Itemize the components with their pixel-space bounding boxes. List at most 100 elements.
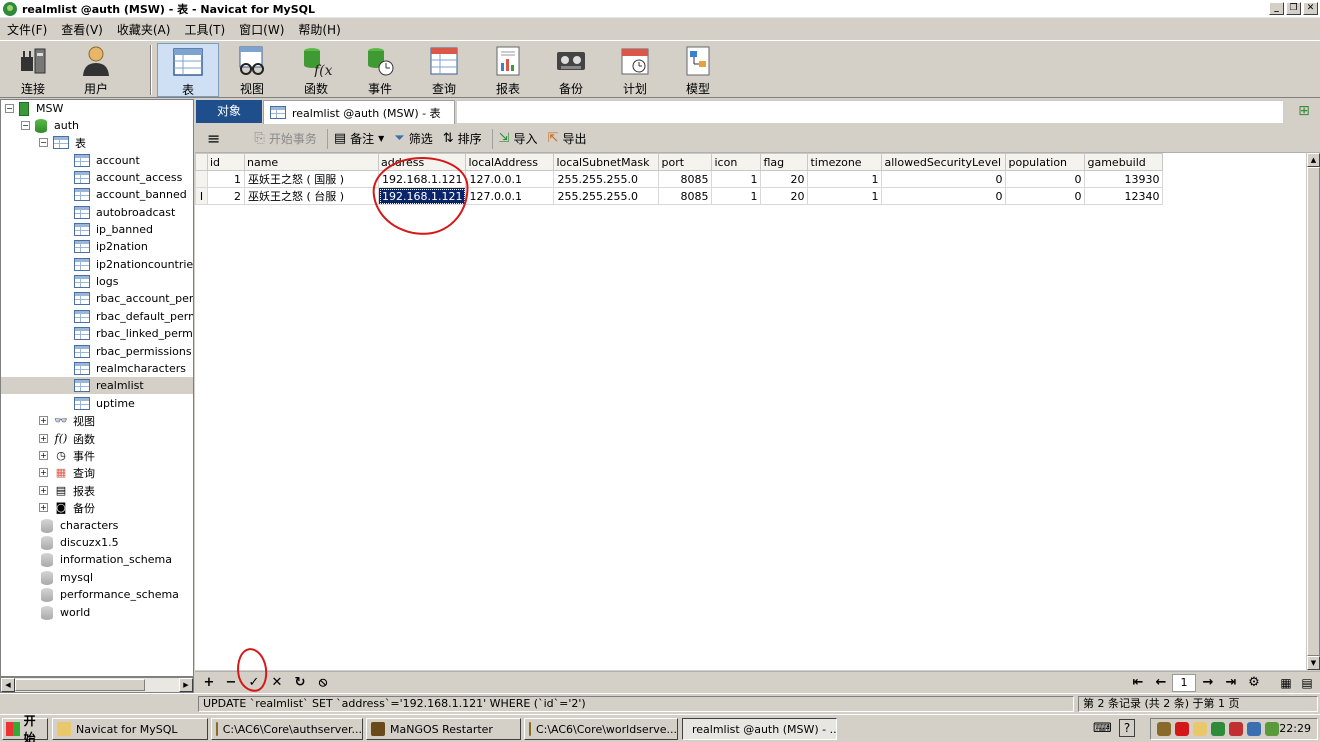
shield-icon[interactable] <box>1193 722 1207 736</box>
begin-transaction-button[interactable]: ⎘ 开始事务 <box>254 130 316 147</box>
expand-icon[interactable]: + <box>39 486 48 495</box>
tree-table-account-banned[interactable]: account_banned <box>74 186 187 203</box>
tree-table-autobroadcast[interactable]: autobroadcast <box>74 204 175 221</box>
tree-table-rbac-default-permissions[interactable]: rbac_default_permiss <box>74 308 193 325</box>
cell-population[interactable]: 0 <box>1005 187 1086 205</box>
tree-table-rbac-linked-permissions[interactable]: rbac_linked_permissic <box>74 325 193 342</box>
refresh-button[interactable]: ↻ <box>291 674 309 692</box>
tree-db-performance-schema[interactable]: performance_schema <box>41 586 179 603</box>
tree-horizontal-scrollbar[interactable]: ◀ ▶ <box>0 677 194 693</box>
tray-app-icon[interactable] <box>1175 722 1189 736</box>
cell-name[interactable]: 巫妖王之怒 ( 台服 ) <box>244 187 379 205</box>
menu-help[interactable]: 帮助(H) <box>291 21 347 38</box>
view-button[interactable]: 视图 <box>221 43 283 97</box>
stop-button[interactable]: ⦸ <box>314 674 332 692</box>
export-button[interactable]: ⇱ 导出 <box>548 130 587 147</box>
tree-table-account-access[interactable]: account_access <box>74 169 182 186</box>
row-header-edit-marker[interactable]: I <box>195 187 208 205</box>
tree-db-characters[interactable]: characters <box>41 517 118 534</box>
taskbar-item-worldserver[interactable]: C:\AC6\Core\worldserve... <box>524 718 678 740</box>
tree-db-information-schema[interactable]: information_schema <box>41 551 172 568</box>
table-button[interactable]: 表 <box>157 43 219 97</box>
cell-gamebuild[interactable]: 13930 <box>1084 170 1164 188</box>
column-header[interactable]: id <box>207 153 245 171</box>
cell-id[interactable]: 1 <box>207 170 245 188</box>
import-button[interactable]: ⇲ 导入 <box>499 130 538 147</box>
cell-name[interactable]: 巫妖王之怒 ( 国服 ) <box>244 170 379 188</box>
next-page-button[interactable]: → <box>1199 674 1217 692</box>
tree-table-ip2nationcountries[interactable]: ip2nationcountries <box>74 256 193 273</box>
dropdown-arrow-icon[interactable]: ▼ <box>378 134 384 143</box>
cell-localaddress[interactable]: 127.0.0.1 <box>465 187 555 205</box>
table-row[interactable]: I 2 巫妖王之怒 ( 台服 ) 192.168.1.121 127.0.0.1… <box>195 187 1164 205</box>
prev-page-button[interactable]: ← <box>1152 674 1170 692</box>
function-button[interactable]: f(x) 函数 <box>285 43 347 97</box>
tree-db-world[interactable]: world <box>41 604 90 621</box>
tab-objects[interactable]: 对象 <box>196 100 262 123</box>
keyboard-icon[interactable]: ⌨ <box>1093 721 1112 736</box>
tree-group-events[interactable]: + ◷ 事件 <box>39 447 95 464</box>
column-header[interactable]: name <box>244 153 379 171</box>
scroll-up-icon[interactable]: ▲ <box>1307 153 1320 167</box>
menu-favorites[interactable]: 收藏夹(A) <box>110 21 178 38</box>
tree-db-discuzx[interactable]: discuzx1.5 <box>41 534 119 551</box>
close-button[interactable]: ✕ <box>1303 2 1318 15</box>
cell-subnetmask[interactable]: 255.255.255.0 <box>553 170 660 188</box>
tree-table-logs[interactable]: logs <box>74 273 119 290</box>
column-header[interactable]: allowedSecurityLevel <box>881 153 1007 171</box>
cell-port[interactable]: 8085 <box>658 187 713 205</box>
minimize-button[interactable]: _ <box>1269 2 1284 15</box>
page-number-input[interactable]: 1 <box>1172 674 1196 692</box>
first-page-button[interactable]: ⇤ <box>1129 674 1147 692</box>
column-header[interactable]: address <box>377 153 467 171</box>
tree-table-realmcharacters[interactable]: realmcharacters <box>74 360 186 377</box>
menu-window[interactable]: 窗口(W) <box>232 21 291 38</box>
scroll-thumb[interactable] <box>15 679 145 691</box>
schedule-button[interactable]: 计划 <box>604 43 666 97</box>
tree-db-auth[interactable]: − auth <box>21 117 79 134</box>
tree-table-ip-banned[interactable]: ip_banned <box>74 221 153 238</box>
collapse-icon[interactable]: − <box>21 121 30 130</box>
row-header[interactable] <box>195 170 208 188</box>
scroll-thumb[interactable] <box>1307 167 1320 656</box>
tree-table-account[interactable]: account <box>74 152 140 169</box>
cell-address-selected[interactable]: 192.168.1.121 <box>377 187 467 205</box>
expand-icon[interactable]: + <box>39 416 48 425</box>
scroll-right-icon[interactable]: ▶ <box>179 678 193 692</box>
tree-group-queries[interactable]: + ▦ 查询 <box>39 464 95 481</box>
help-icon[interactable]: ? <box>1119 719 1135 737</box>
cell-id[interactable]: 2 <box>207 187 245 205</box>
discard-changes-button[interactable]: ✕ <box>268 674 286 692</box>
scroll-down-icon[interactable]: ▼ <box>1307 656 1320 670</box>
cell-timezone[interactable]: 1 <box>807 187 883 205</box>
check-icon[interactable] <box>1211 722 1225 736</box>
add-record-button[interactable]: + <box>200 674 218 692</box>
cell-flag[interactable]: 20 <box>760 187 809 205</box>
cell-icon[interactable]: 1 <box>711 170 762 188</box>
report-button[interactable]: 报表 <box>477 43 539 97</box>
tree-group-backups[interactable]: + ◙ 备份 <box>39 499 95 516</box>
tray-app-icon[interactable] <box>1157 722 1171 736</box>
cell-timezone[interactable]: 1 <box>807 170 883 188</box>
tree-group-functions[interactable]: + f() 函数 <box>39 430 95 447</box>
tray-app-icon[interactable] <box>1265 722 1279 736</box>
cell-security-level[interactable]: 0 <box>881 170 1007 188</box>
apply-changes-button[interactable]: ✓ <box>245 674 263 692</box>
cell-security-level[interactable]: 0 <box>881 187 1007 205</box>
menu-tools[interactable]: 工具(T) <box>177 21 232 38</box>
column-header[interactable]: localAddress <box>465 153 555 171</box>
tree-table-uptime[interactable]: uptime <box>74 395 135 412</box>
menu-view[interactable]: 查看(V) <box>54 21 110 38</box>
grid-vertical-scrollbar[interactable]: ▲ ▼ <box>1306 153 1320 670</box>
connect-button[interactable]: 连接 <box>2 43 64 97</box>
expand-icon[interactable]: + <box>39 434 48 443</box>
taskbar-item-mangos-restarter[interactable]: MaNGOS Restarter <box>366 718 521 740</box>
tree-table-ip2nation[interactable]: ip2nation <box>74 238 148 255</box>
column-header[interactable]: port <box>658 153 713 171</box>
column-header[interactable]: population <box>1005 153 1086 171</box>
tab-realmlist[interactable]: realmlist @auth (MSW) - 表 <box>263 100 455 124</box>
collapse-icon[interactable]: − <box>5 104 14 113</box>
column-header[interactable]: timezone <box>807 153 883 171</box>
taskbar-item-navicat[interactable]: Navicat for MySQL <box>52 718 208 740</box>
settings-button[interactable]: ⚙ <box>1245 674 1263 692</box>
